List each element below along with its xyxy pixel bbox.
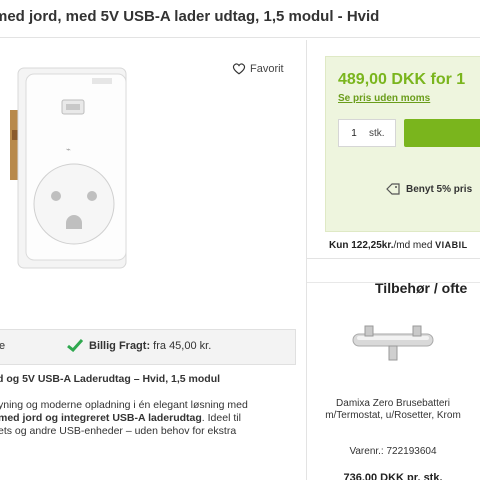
accessories-header-divider bbox=[307, 258, 480, 280]
monthly-price: Kun 122,25kr. bbox=[329, 240, 394, 251]
description-line: yning og moderne opladning i én elegant … bbox=[0, 399, 248, 411]
accessory-price: 736,00 DKK pr. stk. bbox=[343, 472, 443, 480]
product-title: med jord, med 5V USB-A lader udtag, 1,5 … bbox=[0, 8, 380, 25]
add-to-cart-button[interactable] bbox=[404, 119, 480, 147]
viabill-logo: VIABIL bbox=[435, 240, 468, 250]
quantity-value[interactable]: 1 bbox=[339, 128, 369, 139]
quantity-unit: stk. bbox=[369, 127, 385, 139]
product-price: 489,00 DKK for 1 bbox=[338, 71, 466, 88]
description-line: ets og andre USB-enheder – uden behov fo… bbox=[0, 425, 237, 437]
product-title-bar: med jord, med 5V USB-A lader udtag, 1,5 … bbox=[0, 0, 480, 38]
description-bold-text: med jord og integreret USB-A laderudtag bbox=[0, 412, 202, 424]
freight-value: fra 45,00 kr. bbox=[153, 339, 212, 352]
financing-info: Kun 122,25kr./md med VIABIL bbox=[329, 240, 468, 251]
heart-icon bbox=[232, 63, 246, 75]
description-line: med jord og integreret USB-A laderudtag.… bbox=[0, 412, 241, 424]
product-image[interactable]: ⌁ bbox=[0, 60, 140, 280]
promo-text: Benyt 5% pris bbox=[406, 183, 473, 195]
shipping-info-box: e Billig Fragt: fra 45,00 kr. bbox=[0, 329, 296, 365]
tag-icon bbox=[386, 183, 400, 195]
svg-text:⌁: ⌁ bbox=[66, 145, 71, 154]
product-description: d og 5V USB-A Laderudtag – Hvid, 1,5 mod… bbox=[0, 373, 300, 438]
checkmark-icon bbox=[67, 339, 83, 352]
accessory-sku: Varenr.: 722193604 bbox=[349, 446, 437, 457]
accessory-card[interactable]: Damixa Zero Brusebatteri m/Termostat, u/… bbox=[307, 282, 480, 480]
favorite-button[interactable]: Favorit bbox=[232, 62, 284, 75]
shipping-left-text: e bbox=[0, 340, 6, 352]
product-gallery-column: ⌁ Favorit e Billig Fragt: fra 45,00 kr. … bbox=[0, 40, 305, 480]
accessory-image[interactable] bbox=[343, 324, 443, 366]
promo-discount-link[interactable]: Benyt 5% pris bbox=[386, 183, 472, 195]
description-title: d og 5V USB-A Laderudtag – Hvid, 1,5 mod… bbox=[0, 373, 221, 385]
price-box: 489,00 DKK for 1 Se pris uden moms 1 stk… bbox=[325, 56, 480, 232]
quantity-field[interactable]: 1 stk. bbox=[338, 119, 396, 147]
purchase-column: 489,00 DKK for 1 Se pris uden moms 1 stk… bbox=[306, 40, 480, 480]
accessory-name[interactable]: Damixa Zero Brusebatteri m/Termostat, u/… bbox=[323, 398, 463, 422]
price-without-vat-link[interactable]: Se pris uden moms bbox=[338, 93, 430, 104]
cheap-freight-info: Billig Fragt: fra 45,00 kr. bbox=[67, 339, 211, 352]
freight-label: Billig Fragt: bbox=[89, 339, 151, 352]
favorite-label: Favorit bbox=[250, 62, 284, 75]
